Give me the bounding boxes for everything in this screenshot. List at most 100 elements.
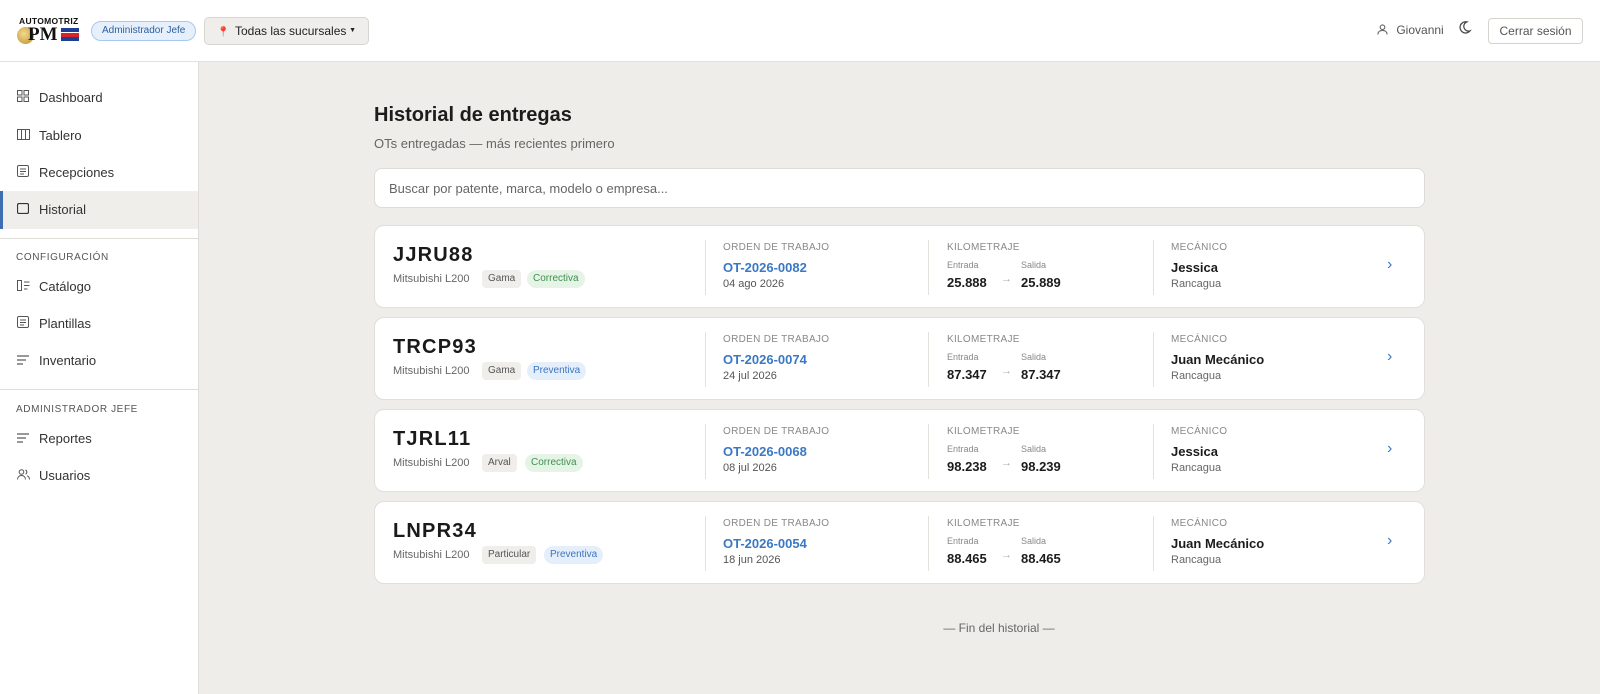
ot-link[interactable]: OT-2026-0074 — [723, 352, 807, 367]
branch-name: Rancagua — [1171, 370, 1222, 382]
vehicle-model: Mitsubishi L200 — [393, 365, 470, 377]
sidebar-item-label: Dashboard — [39, 90, 103, 105]
top-header: AUTOMOTRIZ PM Administrador Jefe 📍 Todas … — [0, 0, 1600, 62]
ot-date: 18 jun 2026 — [723, 554, 781, 566]
ot-link[interactable]: OT-2026-0082 — [723, 260, 807, 275]
branch-name: Rancagua — [1171, 462, 1222, 474]
sidebar-item-usuarios[interactable]: Usuarios — [0, 457, 198, 495]
sidebar-item-catalogo[interactable]: Catálogo — [0, 268, 198, 306]
sidebar-item-recepciones[interactable]: Recepciones — [0, 154, 198, 192]
chevron-right-icon[interactable]: › — [1387, 348, 1392, 366]
sidebar: Dashboard Tablero Recepciones Historial … — [0, 62, 199, 694]
grid-icon — [17, 79, 33, 117]
arrow-right-icon: → — [1001, 457, 1012, 469]
client-tag: Arval — [482, 454, 517, 472]
catalog-icon — [17, 268, 33, 306]
mech-column-header: MECÁNICO — [1171, 426, 1228, 437]
ot-date: 24 jul 2026 — [723, 370, 777, 382]
column-divider — [705, 240, 706, 295]
ot-link[interactable]: OT-2026-0068 — [723, 444, 807, 459]
ot-date: 04 ago 2026 — [723, 278, 785, 290]
sidebar-item-historial[interactable]: Historial — [0, 191, 198, 229]
type-tag: Preventiva — [527, 362, 587, 380]
km-column-header: KILOMETRAJE — [947, 334, 1020, 345]
end-of-history-note: — Fin del historial — — [943, 621, 1055, 635]
caret-down-icon: ▼ — [349, 27, 356, 34]
vehicle-model: Mitsubishi L200 — [393, 457, 470, 469]
users-icon — [17, 457, 33, 495]
column-divider — [1153, 424, 1154, 479]
type-tag: Preventiva — [544, 546, 604, 564]
km-out-value: 25.889 — [1021, 275, 1061, 290]
delivery-card[interactable]: TJRL11 Mitsubishi L200 Arval Correctiva … — [374, 409, 1425, 492]
logo-main-text: PM — [28, 24, 58, 45]
km-in-value: 87.347 — [947, 367, 987, 382]
list-box-icon — [17, 305, 33, 343]
user-menu[interactable]: Giovanni — [1377, 23, 1444, 37]
ot-link[interactable]: OT-2026-0054 — [723, 536, 807, 551]
column-divider — [928, 424, 929, 479]
mechanic-name: Juan Mecánico — [1171, 536, 1265, 551]
sidebar-item-label: Usuarios — [39, 468, 91, 483]
section-label-admin: ADMINISTRADOR JEFE — [16, 404, 138, 415]
ot-column-header: ORDEN DE TRABAJO — [723, 518, 830, 529]
branch-name: Rancagua — [1171, 554, 1222, 566]
column-divider — [1153, 516, 1154, 571]
sidebar-item-plantillas[interactable]: Plantillas — [0, 305, 198, 343]
delivery-card[interactable]: JJRU88 Mitsubishi L200 Gama Correctiva O… — [374, 225, 1425, 308]
sidebar-item-reportes[interactable]: Reportes — [0, 420, 198, 458]
branch-select[interactable]: 📍 Todas las sucursales ▼ — [204, 17, 369, 45]
client-tag: Particular — [482, 546, 537, 564]
column-divider — [928, 516, 929, 571]
column-divider — [1153, 332, 1154, 387]
sidebar-item-inventario[interactable]: Inventario — [0, 342, 198, 380]
delivery-card[interactable]: LNPR34 Mitsubishi L200 Particular Preven… — [374, 501, 1425, 584]
mechanic-name: Juan Mecánico — [1171, 352, 1265, 367]
chevron-right-icon[interactable]: › — [1387, 440, 1392, 458]
km-in-label: Entrada — [947, 536, 979, 546]
delivery-card[interactable]: TRCP93 Mitsubishi L200 Gama Preventiva O… — [374, 317, 1425, 400]
type-tag: Correctiva — [525, 454, 583, 472]
sidebar-item-label: Recepciones — [39, 165, 115, 180]
column-divider — [705, 332, 706, 387]
plate-number: TJRL11 — [393, 428, 472, 450]
km-out-label: Salida — [1021, 260, 1047, 270]
type-tag: Correctiva — [527, 270, 585, 288]
km-in-label: Entrada — [947, 260, 979, 270]
brand-logo[interactable]: AUTOMOTRIZ PM — [17, 15, 79, 45]
km-out-value: 88.465 — [1021, 551, 1061, 566]
client-tag: Gama — [482, 270, 522, 288]
km-out-value: 87.347 — [1021, 367, 1061, 382]
chevron-right-icon[interactable]: › — [1387, 532, 1392, 550]
arrow-right-icon: → — [1001, 549, 1012, 561]
vehicle-model: Mitsubishi L200 — [393, 273, 470, 285]
sidebar-divider — [0, 238, 198, 239]
ot-column-header: ORDEN DE TRABAJO — [723, 334, 830, 345]
column-divider — [705, 516, 706, 571]
arrow-right-icon: → — [1001, 273, 1012, 285]
sidebar-item-label: Reportes — [39, 431, 92, 446]
km-in-value: 25.888 — [947, 275, 987, 290]
mech-column-header: MECÁNICO — [1171, 518, 1228, 529]
moon-icon[interactable] — [1457, 20, 1472, 39]
logout-button[interactable]: Cerrar sesión — [1488, 18, 1583, 44]
sidebar-item-label: Historial — [39, 202, 86, 217]
ot-column-header: ORDEN DE TRABAJO — [723, 242, 830, 253]
vehicle-model: Mitsubishi L200 — [393, 549, 470, 561]
list-box-icon — [17, 154, 33, 192]
sidebar-item-dashboard[interactable]: Dashboard — [0, 79, 198, 117]
search-input[interactable] — [374, 168, 1425, 208]
km-out-label: Salida — [1021, 444, 1047, 454]
user-name: Giovanni — [1396, 23, 1444, 37]
arrow-right-icon: → — [1001, 365, 1012, 377]
km-out-value: 98.239 — [1021, 459, 1061, 474]
page-subtitle: OTs entregadas — más recientes primero — [374, 136, 615, 151]
km-column-header: KILOMETRAJE — [947, 242, 1020, 253]
sidebar-item-tablero[interactable]: Tablero — [0, 117, 198, 155]
column-divider — [1153, 240, 1154, 295]
plate-number: LNPR34 — [393, 520, 477, 542]
ot-column-header: ORDEN DE TRABAJO — [723, 426, 830, 437]
km-column-header: KILOMETRAJE — [947, 518, 1020, 529]
chevron-right-icon[interactable]: › — [1387, 256, 1392, 274]
user-icon — [1377, 23, 1391, 37]
